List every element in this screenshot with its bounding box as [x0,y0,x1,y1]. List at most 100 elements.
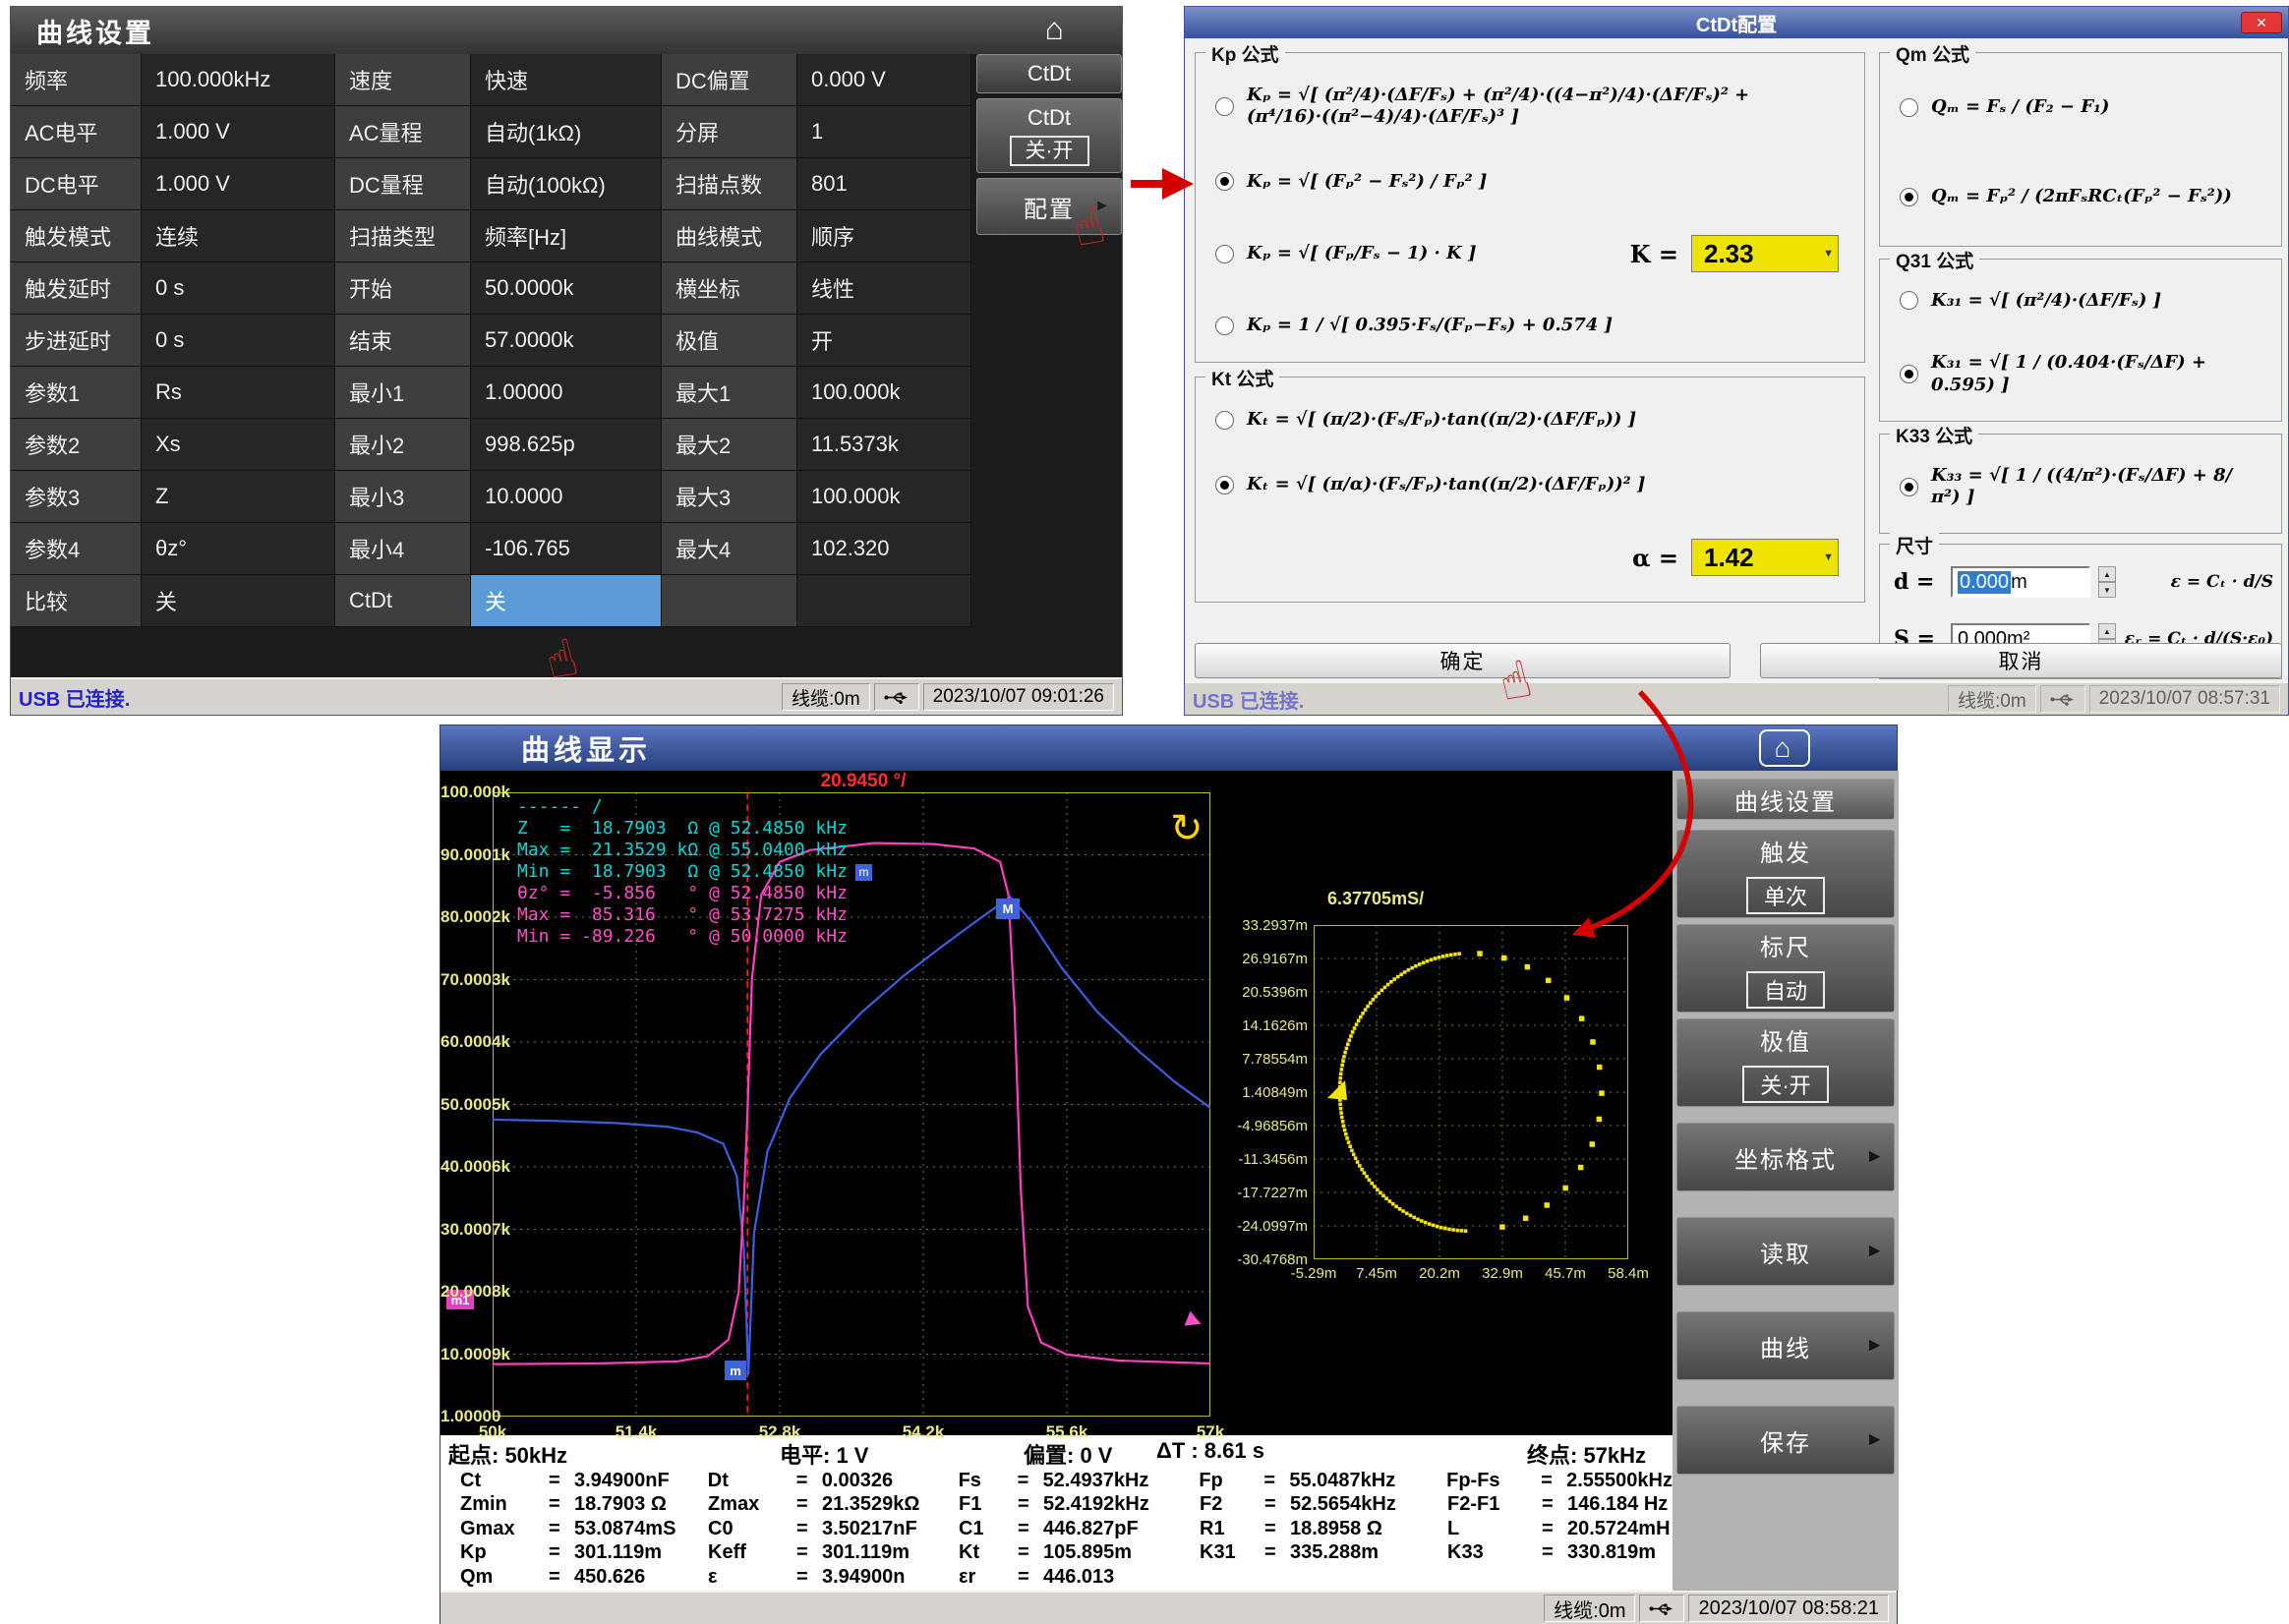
close-button[interactable]: ✕ [2241,12,2282,33]
qm-option-2[interactable]: Qₘ = Fₚ² / (2πFₛRCₜ(Fₚ² − Fₛ²)) [1886,186,2275,208]
setting-value[interactable]: 0 s [142,262,335,315]
spin-up-icon[interactable]: ▲ [2098,623,2116,639]
softkey-coord-format[interactable]: 坐标格式► [1676,1123,1895,1191]
d-input[interactable]: 0.000m [1951,566,2090,598]
setting-value[interactable]: 线性 [797,262,971,315]
setting-label: 分屏 [662,106,797,158]
kp-radio-3[interactable] [1215,245,1234,263]
k33-radio-1[interactable] [1900,478,1918,496]
kt-radio-1[interactable] [1215,411,1234,430]
setting-value[interactable]: Rs [142,367,335,419]
rotate-icon[interactable]: ↻ [1170,806,1203,851]
setting-value[interactable]: 1.00000 [471,367,662,419]
q31-option-2[interactable]: K₃₁ = √[ 1 / (0.404·(Fₛ/ΔF) + 0.595) ] [1886,352,2275,396]
readout-name: Kp [460,1541,549,1564]
readout-name: ε [708,1566,796,1589]
setting-label: 参数4 [11,523,142,575]
ok-button[interactable]: 确定 [1195,643,1731,678]
y-axis-label: 50.0005k [440,1095,490,1115]
q31-radio-1[interactable] [1900,291,1918,310]
softkey-trigger[interactable]: 触发单次 [1676,830,1895,918]
softkey-config-button[interactable]: 配置 ► [976,178,1122,235]
setting-value[interactable]: 0.000 V [797,54,971,106]
setting-value[interactable]: 10.0000 [471,471,662,523]
qm-option-1[interactable]: Qₘ = Fₛ / (F₂ − F₁) [1886,96,2275,119]
kt-option-1[interactable]: Kₜ = √[ (π/2)·(Fₛ/Fₚ)·tan((π/2)·(ΔF/Fₚ))… [1202,409,1858,432]
cursor-readout: 20.9450 °/ [735,771,991,792]
kp-option-2[interactable]: Kₚ = √[ (Fₚ² − Fₛ²) / Fₚ² ] [1202,171,1858,194]
setting-value[interactable]: 关 [471,575,662,627]
kp-option-4[interactable]: Kₚ = 1 / √[ 0.395·Fₛ/(Fₚ−Fₛ) + 0.574 ] [1202,315,1858,337]
setting-value[interactable]: 50.0000k [471,262,662,315]
kp-radio-2[interactable] [1215,172,1234,191]
readout-name: K33 [1447,1541,1542,1564]
kt-radio-2[interactable] [1215,476,1234,494]
setting-label: 扫描点数 [662,158,797,210]
setting-value[interactable]: 100.000kHz [142,54,335,106]
kp-option-3[interactable]: Kₚ = √[ (Fₚ/Fₛ − 1) · K ]K =2.33▼ [1202,235,1858,272]
setting-value[interactable]: 0 s [142,315,335,367]
setting-value[interactable]: 快速 [471,54,662,106]
softkey-ctdt-toggle[interactable]: CtDt 关·开 [976,98,1122,173]
kp-radio-4[interactable] [1215,317,1234,335]
setting-label: 最大1 [662,367,797,419]
alpha-combo[interactable]: 1.42▼ [1691,539,1839,576]
setting-value[interactable]: 100.000k [797,367,971,419]
kp-option-1[interactable]: Kₚ = √[ (π²/4)·(ΔF/Fₛ) + (π²/4)·((4−π²)/… [1202,85,1858,129]
readout-value: 0.00326 [822,1470,893,1492]
setting-value[interactable]: 1 [797,106,971,158]
inset-y-label: 7.78554m [1231,1051,1308,1068]
x-axis-label: 51.4k [616,1422,658,1442]
setting-value[interactable]: 100.000k [797,471,971,523]
sidebar-header[interactable]: 曲线设置 [1676,779,1895,820]
setting-value[interactable]: Z [142,471,335,523]
readout-name: F2-F1 [1447,1493,1542,1516]
qm-radio-2[interactable] [1900,188,1918,206]
kp-radio-1[interactable] [1215,97,1234,116]
readout-cell: Kp=301.119m [460,1541,708,1564]
spin-down-icon[interactable]: ▼ [2098,582,2116,598]
readout-cell: C1=446.827pF [959,1518,1200,1540]
setting-value[interactable]: 1.000 V [142,158,335,210]
y-axis-label: 80.0002k [440,907,490,927]
softkey-ruler[interactable]: 标尺自动 [1676,924,1895,1013]
softkey-extremum[interactable]: 极值关·开 [1676,1018,1895,1107]
setting-label: 曲线模式 [662,210,797,262]
setting-value[interactable]: 102.320 [797,523,971,575]
setting-value[interactable] [797,575,971,627]
setting-value[interactable]: 连续 [142,210,335,262]
admittance-circle-chart[interactable] [1314,925,1628,1259]
kt-option-2[interactable]: Kₜ = √[ (π/α)·(Fₛ/Fₚ)·tan((π/2)·(ΔF/Fₚ))… [1202,474,1858,496]
setting-value[interactable]: 57.0000k [471,315,662,367]
k33-option-1[interactable]: K₃₃ = √[ 1 / ((4/π²)·(Fₛ/ΔF) + 8/π²) ] [1886,465,2275,509]
setting-value[interactable]: 自动(1kΩ) [471,106,662,158]
setting-value[interactable]: θz° [142,523,335,575]
setting-value[interactable]: 频率[Hz] [471,210,662,262]
setting-value[interactable]: 开 [797,315,971,367]
setting-label: 最大4 [662,523,797,575]
setting-value[interactable]: 801 [797,158,971,210]
qm-radio-1[interactable] [1900,98,1918,117]
setting-value[interactable]: 1.000 V [142,106,335,158]
softkey-curve[interactable]: 曲线► [1676,1311,1895,1380]
setting-label: DC电平 [11,158,142,210]
inset-y-label: 1.40849m [1231,1084,1308,1101]
home-icon[interactable]: ⌂ [1045,11,1067,47]
home-button[interactable]: ⌂ [1759,729,1810,767]
setting-value[interactable]: 自动(100kΩ) [471,158,662,210]
softkey-read[interactable]: 读取► [1676,1217,1895,1286]
spin-up-icon[interactable]: ▲ [2098,566,2116,582]
q31-option-1[interactable]: K₃₁ = √[ (π²/4)·(ΔF/Fₛ) ] [1886,290,2275,313]
softkey-save[interactable]: 保存► [1676,1406,1895,1475]
setting-value[interactable]: 顺序 [797,210,971,262]
cancel-button[interactable]: 取消 [1760,643,2282,678]
setting-value[interactable]: Xs [142,419,335,471]
setting-value[interactable]: 关 [142,575,335,627]
setting-value[interactable]: 998.625p [471,419,662,471]
setting-value[interactable]: -106.765 [471,523,662,575]
k-combo[interactable]: 2.33▼ [1691,235,1839,272]
setting-value[interactable]: 11.5373k [797,419,971,471]
q31-radio-2[interactable] [1900,365,1918,383]
epsilon-formula: ε = Cₜ · d/S [2171,572,2273,592]
d-stepper[interactable]: ▲▼ [2098,566,2116,598]
